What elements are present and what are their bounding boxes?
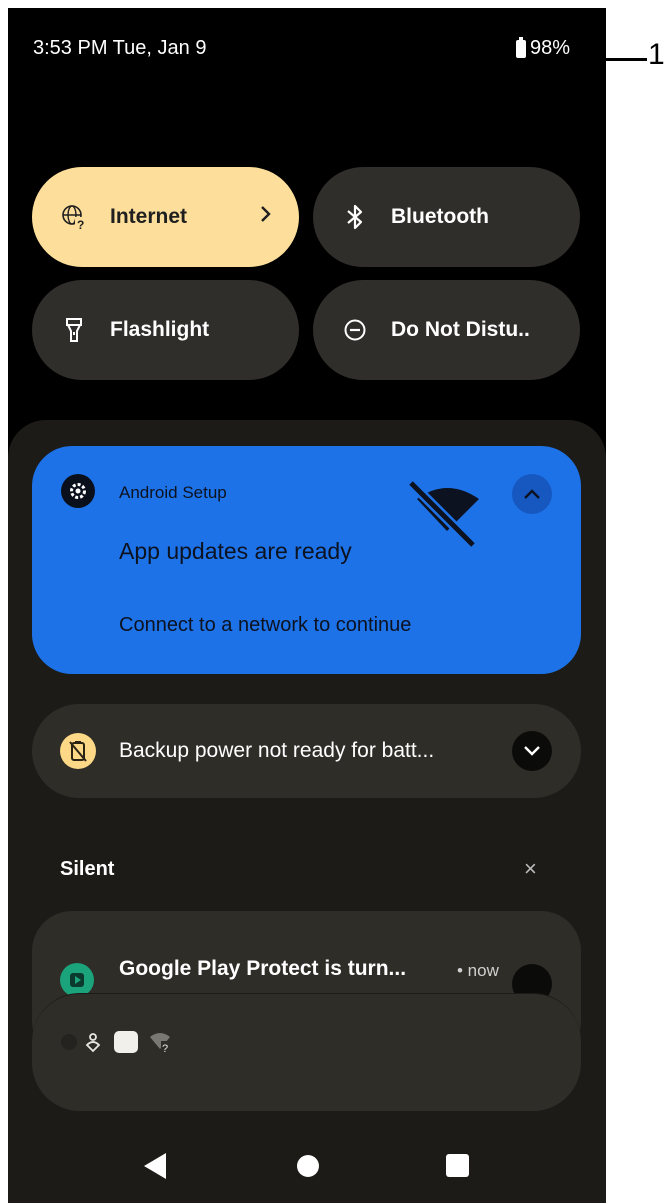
svg-text:?: ? — [162, 1043, 168, 1053]
dot-icon — [61, 1034, 77, 1050]
tile-flashlight-label: Flashlight — [110, 318, 210, 341]
callout-number: 1 — [648, 38, 665, 71]
expand-button[interactable] — [512, 731, 552, 771]
notification-text: Backup power not ready for batt... — [119, 739, 435, 762]
notification-app-name: Android Setup — [119, 483, 227, 502]
tile-internet-label: Internet — [110, 205, 188, 228]
notification-title: Google Play Protect is turn... — [119, 957, 407, 980]
tile-dnd-label: Do Not Distu.. — [391, 318, 530, 341]
tile-bluetooth[interactable]: Bluetooth — [313, 167, 580, 267]
bluetooth-icon — [341, 203, 369, 231]
collapsed-notifications-shelf[interactable]: ? — [32, 993, 581, 1111]
phone-screen: 3:53 PM Tue, Jan 9 98% ? Internet Blueto… — [8, 8, 606, 1203]
battery-alert-icon — [60, 733, 96, 769]
tile-flashlight[interactable]: Flashlight — [32, 280, 299, 380]
navigation-bar — [8, 1133, 606, 1203]
recents-button[interactable] — [446, 1154, 469, 1177]
battery-icon — [515, 36, 526, 58]
home-button[interactable] — [297, 1155, 319, 1177]
callout-line — [589, 58, 647, 61]
do-not-disturb-icon — [341, 316, 369, 344]
tile-internet[interactable]: ? Internet — [32, 167, 299, 267]
globe-question-icon: ? — [60, 203, 88, 231]
flashlight-icon — [60, 316, 88, 344]
wifi-off-icon — [407, 479, 487, 549]
status-time: 3:53 PM Tue, Jan 9 — [33, 37, 207, 59]
notification-backup-power[interactable]: Backup power not ready for batt... — [32, 704, 581, 798]
clear-silent-button[interactable]: × — [524, 856, 537, 882]
back-button[interactable] — [144, 1153, 166, 1179]
status-bar: 3:53 PM Tue, Jan 9 98% — [8, 8, 606, 88]
notification-body: Connect to a network to continue — [119, 614, 412, 636]
app-square-icon — [114, 1031, 138, 1053]
person-pin-icon — [83, 1031, 103, 1058]
tile-bluetooth-label: Bluetooth — [391, 205, 489, 228]
tile-do-not-disturb[interactable]: Do Not Distu.. — [313, 280, 580, 380]
battery-indicator: 98% — [515, 36, 570, 60]
gear-icon — [61, 474, 95, 508]
collapse-button[interactable] — [512, 474, 552, 514]
notification-time: • now — [457, 961, 499, 980]
wifi-question-icon: ? — [148, 1031, 172, 1058]
play-protect-icon — [60, 963, 94, 997]
notification-android-setup[interactable]: Android Setup App updates are ready Conn… — [32, 446, 581, 674]
chevron-right-icon — [259, 203, 273, 231]
silent-section-header: Silent — [60, 858, 115, 880]
battery-percent: 98% — [529, 37, 570, 59]
svg-text:?: ? — [77, 218, 84, 231]
notification-title: App updates are ready — [119, 538, 352, 564]
